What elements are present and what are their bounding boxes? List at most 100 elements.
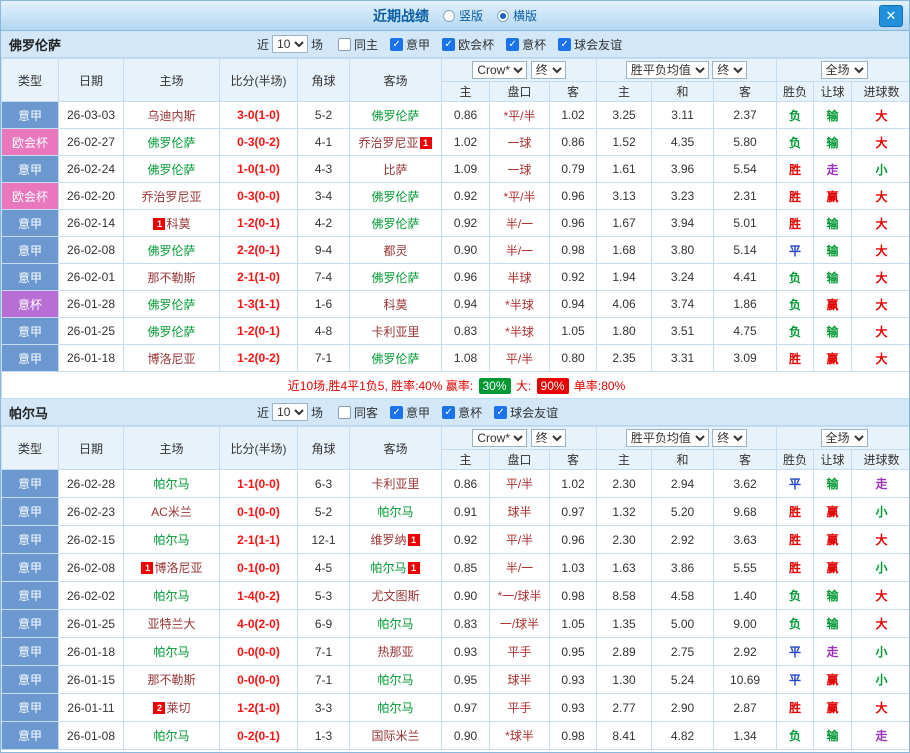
- avg-odds-header: 胜平负均值 终: [597, 59, 777, 82]
- avg-home-odds: 2.89: [597, 638, 652, 666]
- goals-result-cell: 大: [852, 345, 910, 372]
- home-odds: 0.83: [442, 610, 490, 638]
- match-row: 意甲26-02-081博洛尼亚0-1(0-0)4-5帕尔马10.85半/一1.0…: [2, 554, 910, 582]
- away-team-name: 科莫: [383, 298, 407, 312]
- match-date: 26-02-27: [59, 129, 124, 156]
- scope-header: 全场: [777, 59, 910, 82]
- avg-away-odds: 3.09: [714, 345, 777, 372]
- checkbox-checked-icon[interactable]: ✓: [390, 38, 403, 51]
- match-score: 0-0(0-0): [220, 666, 298, 694]
- big-rate-label: 大:: [513, 379, 535, 393]
- scope-select[interactable]: 全场: [821, 429, 868, 447]
- checkbox-checked-icon[interactable]: ✓: [494, 406, 507, 419]
- radio-unselected-icon[interactable]: [443, 10, 455, 22]
- corner-score: 9-4: [298, 237, 350, 264]
- handicap-line: *平/半: [490, 102, 550, 129]
- checkbox-checked-icon[interactable]: ✓: [558, 38, 571, 51]
- away-team-cell: 卡利亚里: [350, 470, 442, 498]
- filter-checkbox[interactable]: ✓意杯: [506, 36, 546, 53]
- avg-home-odds: 1.30: [597, 666, 652, 694]
- radio-selected-icon[interactable]: [497, 10, 509, 22]
- filter-checkbox[interactable]: 同客: [338, 404, 378, 421]
- home-odds: 0.95: [442, 666, 490, 694]
- odds-time-select[interactable]: 终: [531, 429, 566, 447]
- filter-checkbox[interactable]: ✓意甲: [390, 404, 430, 421]
- handicap-line: 平手: [490, 694, 550, 722]
- bookmaker-header: Crow* 终: [442, 427, 597, 450]
- match-count-select[interactable]: 10: [272, 403, 308, 421]
- avg-away-odds: 3.62: [714, 470, 777, 498]
- match-row: 意甲26-01-25亚特兰大4-0(2-0)6-9帕尔马0.83一/球半1.05…: [2, 610, 910, 638]
- home-team-cell: 佛罗伦萨: [124, 318, 220, 345]
- result-cell: 平: [777, 666, 814, 694]
- avg-odds-select[interactable]: 胜平负均值: [626, 61, 709, 79]
- match-score: 1-2(1-0): [220, 694, 298, 722]
- avg-home-odds: 1.94: [597, 264, 652, 291]
- home-team-name: 帕尔马: [153, 645, 189, 659]
- league-badge: 意甲: [2, 264, 59, 291]
- col-home: 主场: [124, 59, 220, 102]
- avg-home-odds: 1.35: [597, 610, 652, 638]
- home-team-cell: 1科莫: [124, 210, 220, 237]
- avg-away-odds: 1.34: [714, 722, 777, 750]
- league-badge: 意甲: [2, 318, 59, 345]
- home-odds: 0.85: [442, 554, 490, 582]
- handicap-result-cell: 赢: [814, 183, 852, 210]
- avg-odds-select[interactable]: 胜平负均值: [626, 429, 709, 447]
- checkbox-label: 同主: [354, 36, 378, 53]
- corner-score: 7-1: [298, 345, 350, 372]
- match-score: 1-2(0-1): [220, 210, 298, 237]
- home-odds: 0.86: [442, 102, 490, 129]
- away-odds: 0.98: [550, 237, 597, 264]
- match-row: 意甲26-01-18博洛尼亚1-2(0-2)7-1佛罗伦萨1.08平/半0.80…: [2, 345, 910, 372]
- subcol-away-odds: 客: [550, 82, 597, 102]
- filter-checkbox[interactable]: ✓球会友谊: [558, 36, 622, 53]
- match-row: 意甲26-01-15那不勒斯0-0(0-0)7-1帕尔马0.95球半0.931.…: [2, 666, 910, 694]
- filter-checkbox[interactable]: ✓欧会杯: [442, 36, 494, 53]
- goals-result-cell: 走: [852, 470, 910, 498]
- match-row: 意甲26-02-15帕尔马2-1(1-1)12-1维罗纳10.92平/半0.96…: [2, 526, 910, 554]
- away-team-cell: 比萨: [350, 156, 442, 183]
- away-team-name: 国际米兰: [371, 729, 419, 743]
- match-row: 欧会杯26-02-20乔治罗尼亚0-3(0-0)3-4佛罗伦萨0.92*平/半0…: [2, 183, 910, 210]
- bookmaker-select[interactable]: Crow*: [472, 61, 527, 79]
- away-odds: 1.03: [550, 554, 597, 582]
- window-title: 近期战绩: [373, 6, 429, 26]
- scope-select[interactable]: 全场: [821, 61, 868, 79]
- avg-time-select[interactable]: 终: [712, 61, 747, 79]
- bookmaker-select[interactable]: Crow*: [472, 429, 527, 447]
- checkbox-unchecked-icon[interactable]: [338, 38, 351, 51]
- win-rate-value: 30%: [479, 378, 511, 394]
- filter-checkbox[interactable]: ✓意杯: [442, 404, 482, 421]
- filter-checkbox[interactable]: ✓意甲: [390, 36, 430, 53]
- match-count-select[interactable]: 10: [272, 35, 308, 53]
- checkbox-checked-icon[interactable]: ✓: [390, 406, 403, 419]
- handicap-result-cell: 走: [814, 638, 852, 666]
- filter-checkbox[interactable]: 同主: [338, 36, 378, 53]
- league-badge: 意甲: [2, 638, 59, 666]
- away-team-cell: 热那亚: [350, 638, 442, 666]
- home-odds: 0.92: [442, 210, 490, 237]
- home-team-name: 亚特兰大: [147, 617, 195, 631]
- layout-option-vertical[interactable]: 竖版: [443, 7, 483, 24]
- handicap-line: 一球: [490, 129, 550, 156]
- summary-record-text: 近10场,胜4平1负5, 胜率:40%: [288, 379, 446, 393]
- goals-result-cell: 大: [852, 183, 910, 210]
- result-cell: 负: [777, 264, 814, 291]
- away-odds: 0.96: [550, 210, 597, 237]
- odds-time-select[interactable]: 终: [531, 61, 566, 79]
- match-date: 26-02-14: [59, 210, 124, 237]
- league-badge: 意杯: [2, 291, 59, 318]
- handicap-result-cell: 走: [814, 156, 852, 183]
- home-team-cell: 那不勒斯: [124, 666, 220, 694]
- filter-checkbox[interactable]: ✓球会友谊: [494, 404, 558, 421]
- close-button[interactable]: ✕: [879, 5, 903, 27]
- checkbox-checked-icon[interactable]: ✓: [506, 38, 519, 51]
- result-cell: 负: [777, 129, 814, 156]
- checkbox-checked-icon[interactable]: ✓: [442, 406, 455, 419]
- layout-option-horizontal[interactable]: 横版: [497, 7, 537, 24]
- avg-draw-odds: 2.90: [652, 694, 714, 722]
- avg-time-select[interactable]: 终: [712, 429, 747, 447]
- checkbox-unchecked-icon[interactable]: [338, 406, 351, 419]
- checkbox-checked-icon[interactable]: ✓: [442, 38, 455, 51]
